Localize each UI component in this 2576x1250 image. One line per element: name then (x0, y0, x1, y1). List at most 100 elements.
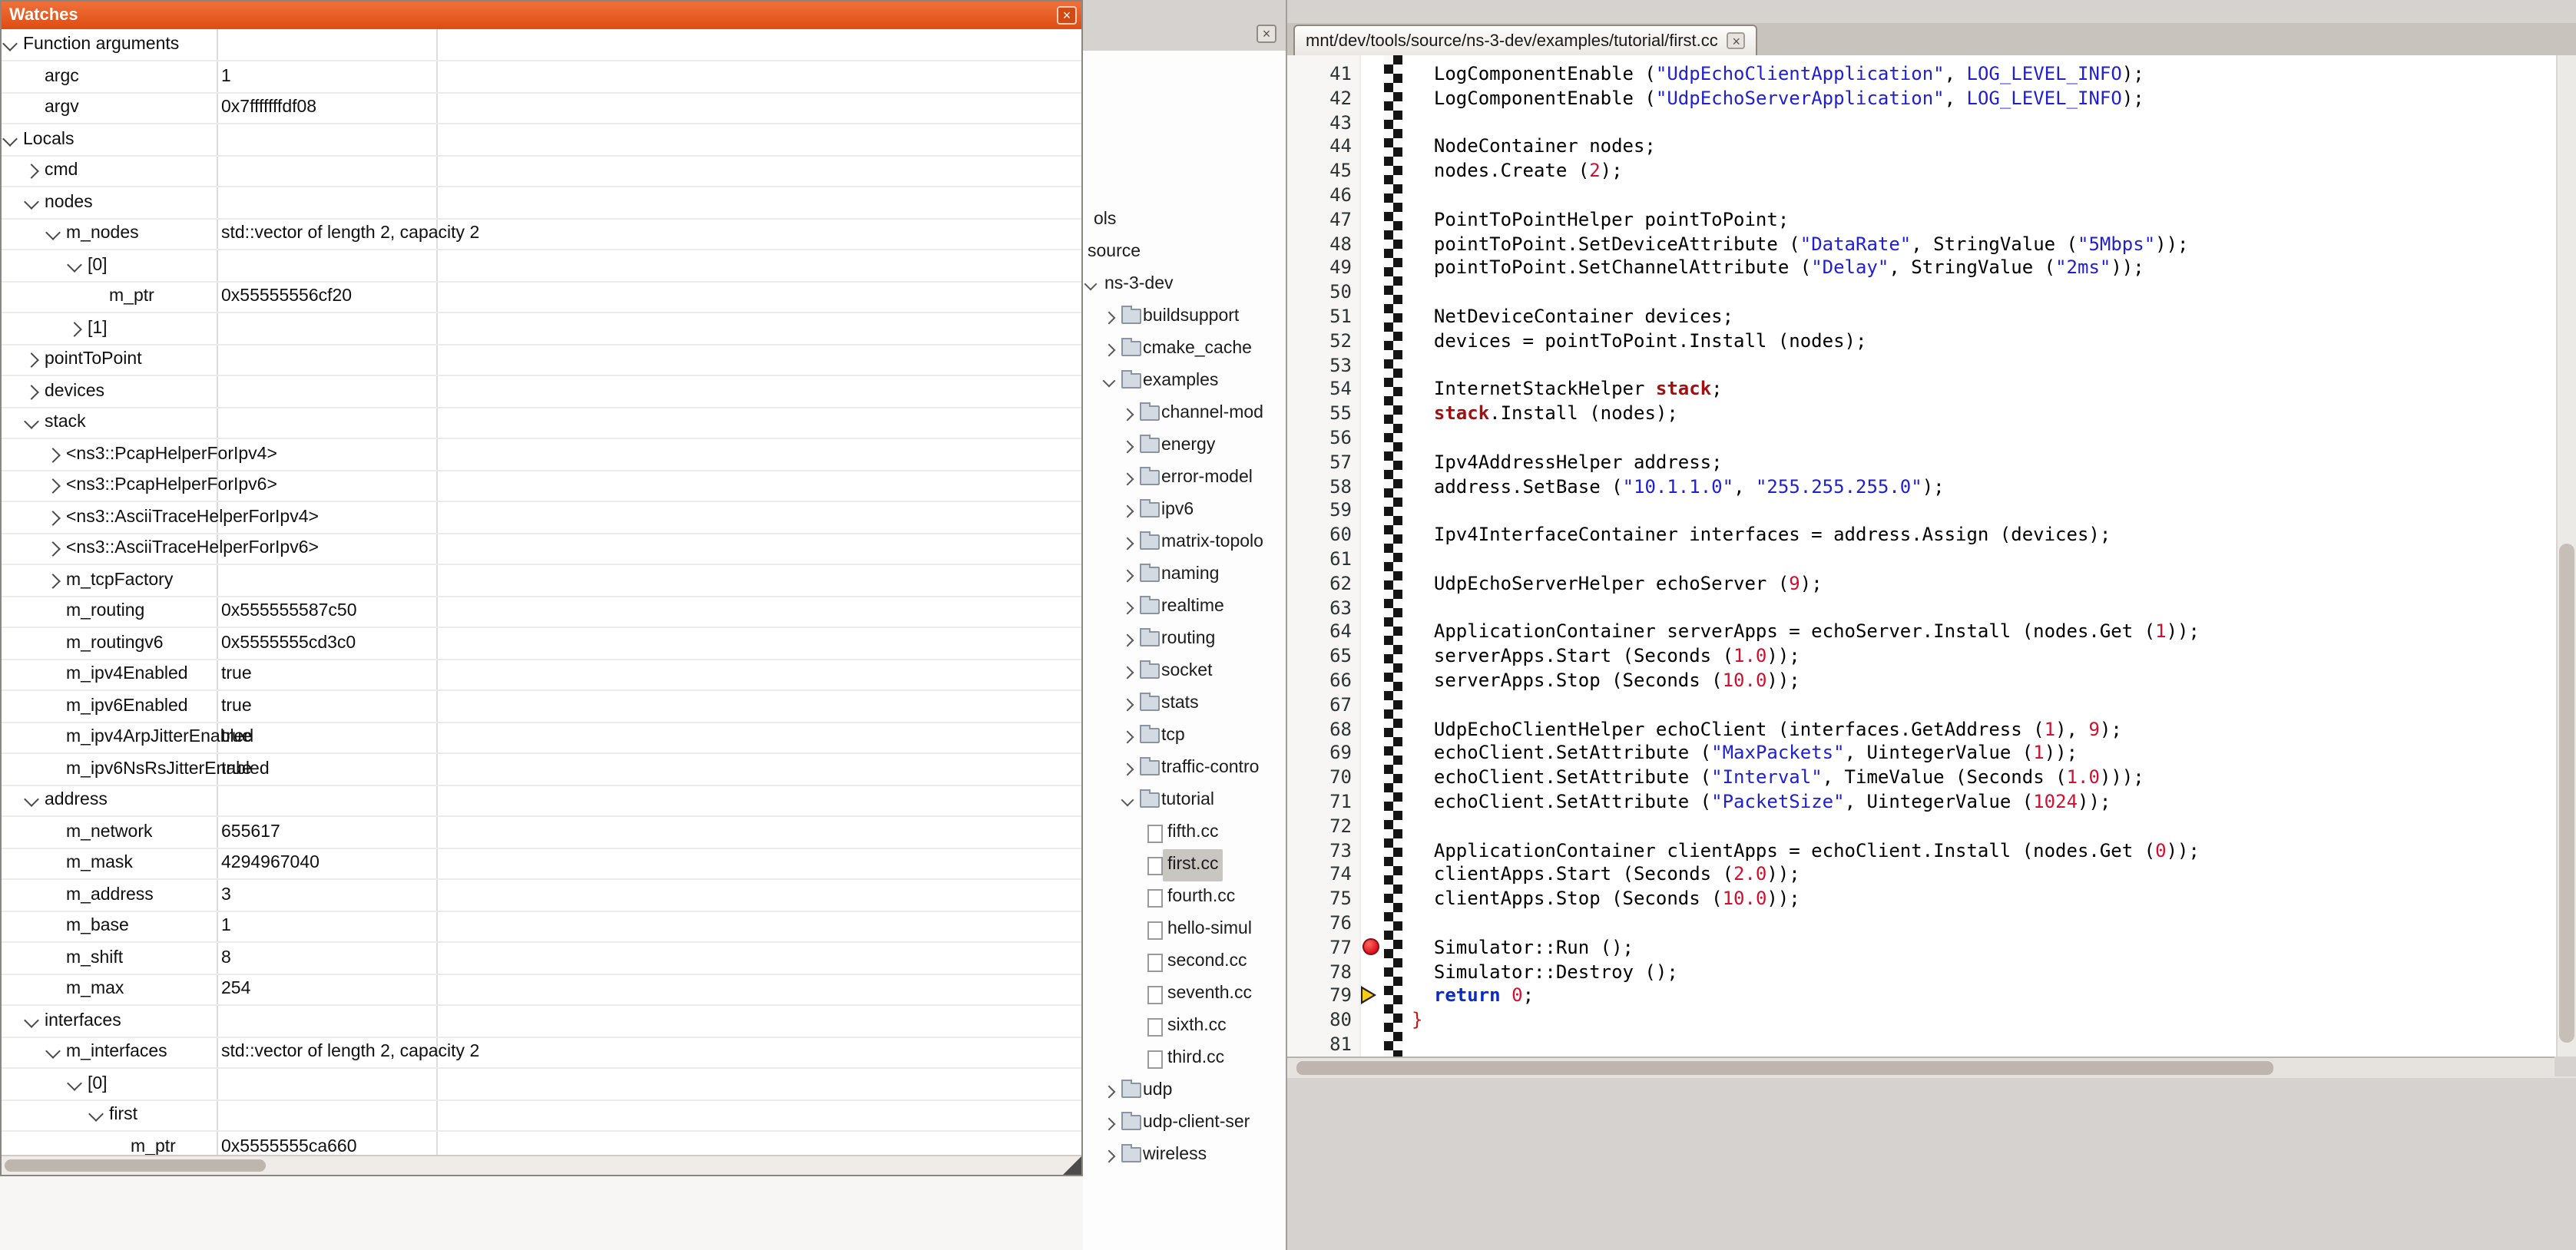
tree-item-second-cc[interactable]: second.cc (1083, 946, 1286, 978)
code-line[interactable]: LogComponentEnable ("UdpEchoClientApplic… (1412, 61, 2144, 86)
line-number[interactable]: 41 (1287, 61, 1352, 86)
code-line[interactable]: nodes.Create (2); (1412, 158, 1623, 183)
editor-tab-first-cc[interactable]: mnt/dev/tools/source/ns-3-dev/examples/t… (1293, 25, 1758, 55)
watch-row[interactable]: m_base1 (2, 911, 1081, 943)
watch-row[interactable]: m_ipv6NsRsJitterEnabledtrue (2, 753, 1081, 785)
chevron-right-icon[interactable] (1121, 408, 1134, 422)
line-number[interactable]: 47 (1287, 207, 1352, 232)
chevron-down-icon[interactable] (2, 36, 18, 51)
chevron-right-icon[interactable] (24, 384, 39, 399)
line-number[interactable]: 70 (1287, 765, 1352, 789)
tree-item-wireless[interactable]: wireless (1083, 1139, 1286, 1172)
watch-row[interactable]: m_routingv60x5555555cd3c0 (2, 627, 1081, 660)
line-number[interactable]: 53 (1287, 352, 1352, 377)
line-number[interactable]: 62 (1287, 571, 1352, 596)
chevron-right-icon[interactable] (1121, 441, 1134, 454)
watch-row[interactable]: m_routing0x555555587c50 (2, 596, 1081, 628)
chevron-down-icon[interactable] (1121, 794, 1134, 807)
line-number[interactable]: 55 (1287, 401, 1352, 425)
tree-item-realtime[interactable]: realtime (1083, 591, 1286, 623)
tree-item-error-model[interactable]: error-model (1083, 462, 1286, 494)
tree-item-traffic-contro[interactable]: traffic-contro (1083, 752, 1286, 785)
chevron-right-icon[interactable] (1121, 537, 1134, 551)
line-number[interactable]: 52 (1287, 329, 1352, 353)
tree-item-tutorial[interactable]: tutorial (1083, 785, 1286, 817)
line-number[interactable]: 67 (1287, 693, 1352, 717)
watch-row[interactable]: [1] (2, 312, 1081, 345)
tree-item-routing[interactable]: routing (1083, 623, 1286, 656)
tree-item-udp-client-ser[interactable]: udp-client-ser (1083, 1107, 1286, 1139)
line-number[interactable]: 63 (1287, 595, 1352, 620)
watch-row[interactable]: m_max254 (2, 974, 1081, 1006)
tree-item-buildsupport[interactable]: buildsupport (1083, 301, 1286, 333)
chevron-down-icon[interactable] (1103, 375, 1116, 388)
line-number[interactable]: 77 (1287, 935, 1352, 960)
line-number[interactable]: 51 (1287, 304, 1352, 329)
chevron-down-icon[interactable] (24, 414, 39, 429)
tree-item-fifth-cc[interactable]: fifth.cc (1083, 817, 1286, 849)
watch-row[interactable]: address (2, 785, 1081, 817)
watch-row[interactable]: m_interfacesstd::vector of length 2, cap… (2, 1037, 1081, 1069)
tree-item-cmake-cache[interactable]: cmake_cache (1083, 333, 1286, 365)
editor-vscrollbar-thumb[interactable] (2559, 544, 2574, 1043)
chevron-right-icon[interactable] (1103, 1086, 1116, 1099)
line-number[interactable]: 48 (1287, 231, 1352, 256)
tree-item-ipv6[interactable]: ipv6 (1083, 494, 1286, 527)
code-line[interactable]: UdpEchoClientHelper echoClient (interfac… (1412, 716, 2122, 741)
chevron-down-icon[interactable] (24, 193, 39, 209)
watch-row[interactable]: cmd (2, 155, 1081, 187)
code-line[interactable]: NodeContainer nodes; (1412, 134, 1656, 159)
watch-row[interactable]: nodes (2, 187, 1081, 219)
line-number[interactable]: 68 (1287, 716, 1352, 741)
chevron-right-icon[interactable] (1121, 505, 1134, 518)
watch-row[interactable]: m_ptr0x55555556cf20 (2, 281, 1081, 313)
code-line[interactable]: clientApps.Start (Seconds (2.0)); (1412, 862, 1800, 887)
resize-grip-icon[interactable] (1063, 1156, 1081, 1175)
watch-row[interactable]: first (2, 1100, 1081, 1132)
line-number[interactable]: 73 (1287, 838, 1352, 862)
chevron-right-icon[interactable] (45, 510, 61, 525)
line-number[interactable]: 56 (1287, 425, 1352, 450)
code-line[interactable]: LogComponentEnable ("UdpEchoServerApplic… (1412, 86, 2144, 111)
line-number[interactable]: 76 (1287, 911, 1352, 935)
code-line[interactable]: devices = pointToPoint.Install (nodes); (1412, 329, 1866, 353)
code-line[interactable]: } (1412, 1007, 1422, 1032)
tree-item-channel-mod[interactable]: channel-mod (1083, 398, 1286, 430)
chevron-right-icon[interactable] (1121, 763, 1134, 776)
management-close-button[interactable]: × (1257, 25, 1276, 43)
line-number[interactable]: 66 (1287, 668, 1352, 693)
code-line[interactable]: Ipv4AddressHelper address; (1412, 450, 1723, 475)
tree-item-ols[interactable]: ols (1083, 204, 1286, 236)
line-number[interactable]: 65 (1287, 643, 1352, 668)
watch-row[interactable]: m_nodesstd::vector of length 2, capacity… (2, 218, 1081, 250)
watches-hscrollbar-thumb[interactable] (5, 1159, 266, 1172)
watch-row[interactable]: m_address3 (2, 879, 1081, 911)
code-line[interactable]: ApplicationContainer clientApps = echoCl… (1412, 838, 2200, 862)
line-number[interactable]: 49 (1287, 256, 1352, 280)
line-number[interactable]: 71 (1287, 789, 1352, 814)
watches-close-button[interactable]: × (1057, 6, 1077, 25)
watch-row[interactable]: m_network655617 (2, 816, 1081, 848)
tree-item-energy[interactable]: energy (1083, 430, 1286, 462)
chevron-right-icon[interactable] (24, 164, 39, 179)
chevron-right-icon[interactable] (67, 321, 82, 336)
chevron-right-icon[interactable] (45, 447, 61, 462)
watch-row[interactable]: m_ipv6Enabledtrue (2, 690, 1081, 723)
code-line[interactable]: ApplicationContainer serverApps = echoSe… (1412, 620, 2200, 644)
chevron-down-icon[interactable] (1084, 278, 1098, 291)
chevron-right-icon[interactable] (45, 541, 61, 557)
tree-item-first-cc[interactable]: first.cc (1083, 849, 1286, 881)
line-number[interactable]: 78 (1287, 959, 1352, 984)
tree-item-socket[interactable]: socket (1083, 656, 1286, 688)
editor-hscrollbar[interactable] (1287, 1057, 2576, 1078)
chevron-right-icon[interactable] (45, 573, 61, 588)
watch-row[interactable]: pointToPoint (2, 344, 1081, 376)
chevron-down-icon[interactable] (45, 1043, 61, 1059)
chevron-right-icon[interactable] (1121, 602, 1134, 615)
watch-row[interactable]: devices (2, 375, 1081, 408)
watches-hscrollbar[interactable] (2, 1155, 1081, 1175)
code-line[interactable]: pointToPoint.SetDeviceAttribute ("DataRa… (1412, 231, 2189, 256)
watch-row[interactable]: m_shift8 (2, 942, 1081, 974)
code-line[interactable]: Simulator::Run (); (1412, 935, 1634, 960)
code-line[interactable]: Simulator::Destroy (); (1412, 959, 1678, 984)
